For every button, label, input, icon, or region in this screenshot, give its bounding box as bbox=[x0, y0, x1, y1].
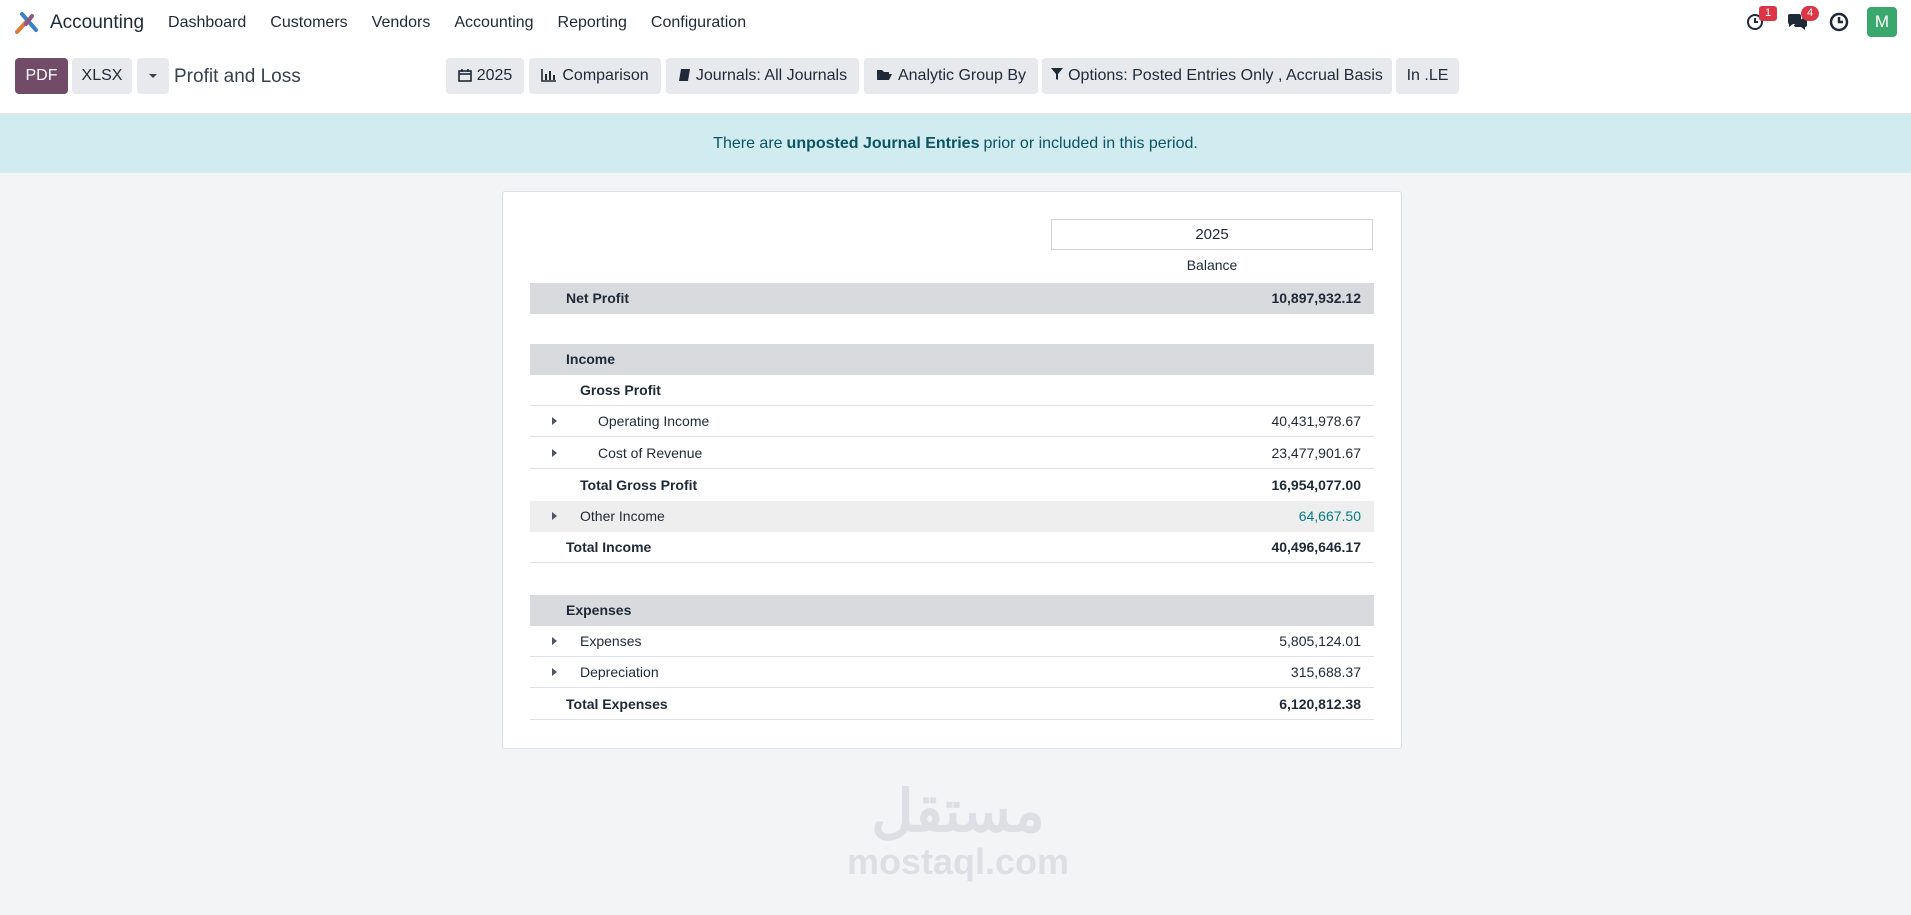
timesheet-clock-button[interactable] bbox=[1825, 8, 1853, 36]
pdf-button[interactable]: PDF bbox=[15, 58, 68, 94]
control-panel: PDF XLSX Profit and Loss 2025 Comparison… bbox=[0, 46, 1911, 114]
expand-caret-icon[interactable] bbox=[552, 637, 557, 645]
analytic-groupby-button[interactable]: Analytic Group By bbox=[864, 58, 1038, 94]
analytic-groupby-label: Analytic Group By bbox=[897, 67, 1027, 84]
menu-vendors[interactable]: Vendors bbox=[372, 14, 431, 32]
row-label: Operating Income bbox=[598, 413, 710, 429]
caret-down-icon bbox=[149, 74, 157, 78]
row-value: 23,477,901.67 bbox=[1271, 445, 1361, 461]
row-total-gross-profit: Total Gross Profit 16,954,077.00 bbox=[530, 470, 1374, 501]
row-value: 315,688.37 bbox=[1290, 664, 1361, 680]
alert-prefix: There are bbox=[713, 134, 783, 152]
clock-icon bbox=[1829, 12, 1849, 32]
menu-customers[interactable]: Customers bbox=[270, 14, 347, 32]
expand-caret-icon[interactable] bbox=[552, 417, 557, 425]
row-label: Net Profit bbox=[566, 290, 629, 306]
row-depreciation[interactable]: Depreciation 315,688.37 bbox=[530, 657, 1374, 688]
row-label: Expenses bbox=[580, 633, 642, 649]
calendar-icon bbox=[457, 68, 472, 85]
comparison-label: Comparison bbox=[562, 67, 649, 84]
row-label: Income bbox=[566, 351, 616, 367]
row-label: Depreciation bbox=[580, 664, 659, 680]
row-value: 5,805,124.01 bbox=[1279, 633, 1361, 649]
expand-caret-icon[interactable] bbox=[552, 668, 557, 676]
row-label: Total Income bbox=[566, 539, 652, 555]
app-brand[interactable]: Accounting bbox=[14, 10, 154, 36]
row-label: Cost of Revenue bbox=[598, 445, 703, 461]
row-value: 16,954,077.00 bbox=[1271, 477, 1361, 493]
top-navbar: Accounting Dashboard Customers Vendors A… bbox=[0, 0, 1911, 46]
date-filter-button[interactable]: 2025 bbox=[446, 58, 524, 94]
row-total-expenses: Total Expenses 6,120,812.38 bbox=[530, 689, 1374, 720]
watermark-latin: mostaql.com bbox=[846, 841, 1070, 882]
row-net-profit: Net Profit 10,897,932.12 bbox=[530, 283, 1374, 314]
row-expenses-section: Expenses bbox=[530, 595, 1374, 626]
column-balance-header: Balance bbox=[1186, 257, 1238, 273]
navbar-systray: 1 4 M bbox=[1741, 6, 1897, 37]
expand-caret-icon[interactable] bbox=[552, 449, 557, 457]
row-label: Total Expenses bbox=[566, 696, 668, 712]
row-total-income: Total Income 40,496,646.17 bbox=[530, 532, 1374, 563]
options-filter-button[interactable]: Options: Posted Entries Only , Accrual B… bbox=[1042, 58, 1392, 94]
expand-caret-icon[interactable] bbox=[552, 512, 557, 520]
row-expenses[interactable]: Expenses 5,805,124.01 bbox=[530, 626, 1374, 657]
report-card: 2025 Balance Net Profit 10,897,932.12 In… bbox=[502, 191, 1402, 749]
user-avatar[interactable]: M bbox=[1867, 7, 1897, 37]
book-icon bbox=[678, 68, 691, 85]
row-value: 10,897,932.12 bbox=[1271, 290, 1361, 306]
date-filter-label: 2025 bbox=[476, 67, 513, 84]
activity-button[interactable]: 1 bbox=[1741, 6, 1777, 36]
comparison-button[interactable]: Comparison bbox=[529, 58, 661, 94]
menu-dashboard[interactable]: Dashboard bbox=[168, 14, 246, 32]
column-year-header: 2025 bbox=[1051, 219, 1373, 250]
row-gross-profit: Gross Profit bbox=[530, 375, 1374, 406]
row-value: 6,120,812.38 bbox=[1279, 696, 1361, 712]
page-title: Profit and Loss bbox=[174, 66, 301, 87]
row-cost-of-revenue[interactable]: Cost of Revenue 23,477,901.67 bbox=[530, 438, 1374, 469]
menu-accounting[interactable]: Accounting bbox=[454, 14, 533, 32]
watermark-arabic: مستقل bbox=[871, 779, 1045, 844]
row-operating-income[interactable]: Operating Income 40,431,978.67 bbox=[530, 406, 1374, 437]
row-value: 40,431,978.67 bbox=[1271, 413, 1361, 429]
bar-chart-icon bbox=[541, 68, 557, 85]
journals-filter-label: Journals: All Journals bbox=[695, 67, 848, 84]
journals-filter-button[interactable]: Journals: All Journals bbox=[666, 58, 859, 94]
row-label: Gross Profit bbox=[580, 382, 661, 398]
filter-icon bbox=[1051, 68, 1064, 84]
currency-button[interactable]: In .LE bbox=[1396, 58, 1459, 94]
messages-badge: 4 bbox=[1801, 6, 1819, 21]
row-label: Expenses bbox=[566, 602, 632, 618]
app-name: Accounting bbox=[50, 12, 145, 33]
row-income-section: Income bbox=[530, 344, 1374, 375]
unposted-entries-link[interactable]: unposted Journal Entries bbox=[787, 135, 980, 153]
messages-button[interactable]: 4 bbox=[1783, 6, 1819, 36]
watermark: مستقل mostaql.com bbox=[838, 780, 1078, 880]
unposted-entries-alert: There are unposted Journal Entries prior… bbox=[0, 114, 1911, 173]
row-value-link[interactable]: 64,667.50 bbox=[1299, 508, 1361, 524]
folder-open-icon bbox=[876, 68, 893, 84]
alert-suffix: prior or included in this period. bbox=[983, 134, 1198, 152]
options-filter-label: Options: Posted Entries Only , Accrual B… bbox=[1068, 67, 1383, 84]
row-label: Total Gross Profit bbox=[580, 477, 698, 493]
row-other-income[interactable]: Other Income 64,667.50 bbox=[530, 501, 1374, 532]
activity-badge: 1 bbox=[1759, 6, 1777, 21]
menu-configuration[interactable]: Configuration bbox=[651, 14, 746, 32]
menu-reporting[interactable]: Reporting bbox=[558, 14, 627, 32]
export-dropdown-button[interactable] bbox=[137, 58, 169, 94]
row-value: 40,496,646.17 bbox=[1271, 539, 1361, 555]
row-label: Other Income bbox=[580, 508, 665, 524]
accounting-app-icon bbox=[14, 10, 40, 36]
xlsx-button[interactable]: XLSX bbox=[72, 58, 132, 94]
